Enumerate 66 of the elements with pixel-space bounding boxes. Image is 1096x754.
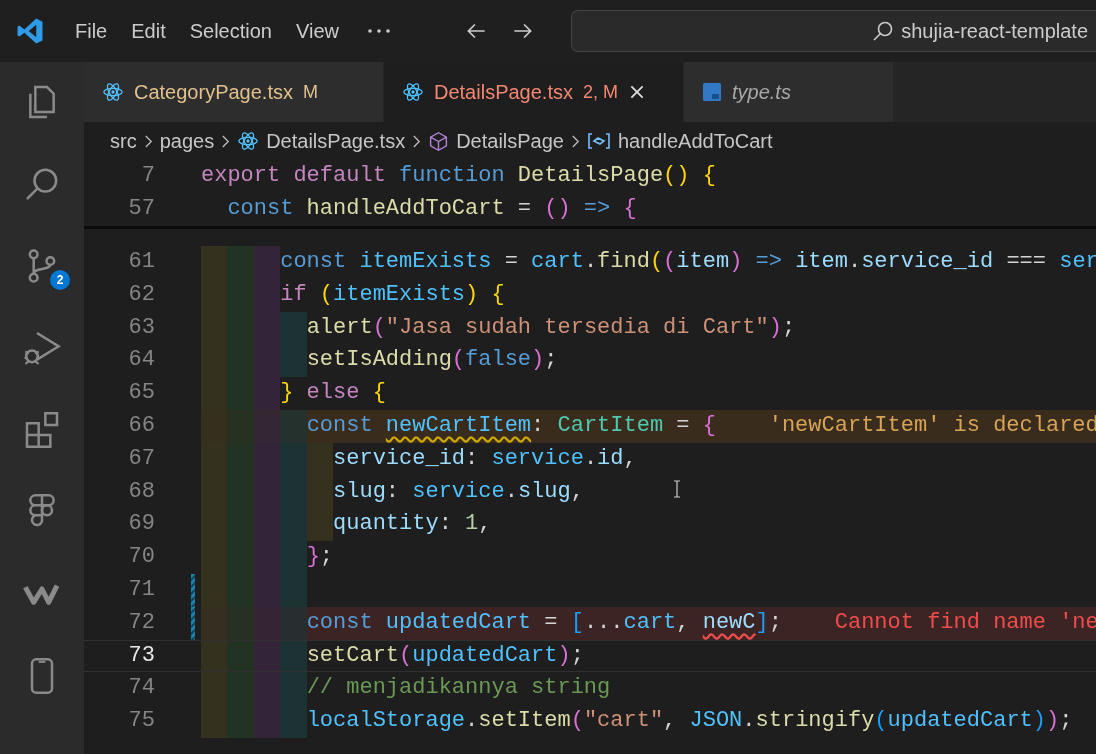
- line-number: 64: [127, 346, 155, 375]
- code-line[interactable]: export default function DetailsPage() {: [201, 160, 716, 193]
- code-line: quantity: 1,: [201, 508, 492, 542]
- code-line: const updatedCart = [...cart, newC];: [201, 606, 782, 640]
- line-number: 62: [127, 280, 155, 309]
- line-number: 75: [127, 707, 155, 736]
- menu-item[interactable]: View: [296, 19, 339, 43]
- line-number: 74: [127, 674, 155, 703]
- code-line: if (itemExists) {: [201, 278, 505, 312]
- code-line: };: [201, 541, 334, 574]
- breadcrumb-item[interactable]: src: [110, 129, 137, 153]
- ts-file-icon: [702, 82, 722, 102]
- code-line: setIsAdding(false);: [201, 344, 558, 378]
- react-icon: [102, 81, 124, 103]
- react-icon: [237, 130, 260, 152]
- chevron-icon: [412, 133, 422, 149]
- cube-icon: [428, 130, 450, 152]
- chevron-icon: [571, 133, 580, 149]
- editor-tab[interactable]: CategoryPage.tsx M: [84, 62, 384, 122]
- line-number: 57: [127, 194, 155, 223]
- breadcrumb-item[interactable]: DetailsPage: [456, 129, 564, 153]
- line-number: 65: [127, 379, 155, 408]
- breadcrumb-item[interactable]: pages: [159, 129, 215, 153]
- code-line: localStorage.setItem("cart", JSON.stringify(updatedCart));: [201, 705, 1073, 738]
- tab-label: DetailsPage.tsx: [434, 80, 573, 104]
- more-icon[interactable]: [367, 28, 391, 34]
- line-number: 68: [127, 477, 155, 506]
- status-letters: 2, M: [582, 81, 618, 103]
- search-field[interactable]: shujia-react-template: [571, 10, 1096, 52]
- code-line: } else {: [201, 377, 386, 410]
- app-logo-icon: [15, 16, 45, 46]
- chevron-icon: [143, 133, 153, 149]
- code-line: const itemExists = cart.find((item) => item.service_id === ser: [201, 246, 1096, 279]
- tab-label: type.ts: [732, 80, 791, 104]
- menu-item[interactable]: File: [75, 19, 108, 43]
- inline-diagnostic: 'newCartItem' is declared: [768, 412, 1096, 440]
- close-icon[interactable]: [628, 83, 646, 101]
- line-number: 69: [127, 510, 155, 539]
- code-line: slug: service.slug,: [201, 475, 584, 509]
- line-number: 70: [127, 543, 155, 572]
- code-line: const newCartItem: CartItem = {: [201, 410, 716, 443]
- line-number: 66: [127, 412, 155, 440]
- line-number: 63: [127, 313, 155, 342]
- status-letters: M: [303, 81, 318, 103]
- menu-item[interactable]: Selection: [189, 19, 272, 43]
- code-line: // menjadikannya string: [201, 672, 611, 706]
- tab-label: CategoryPage.tsx: [134, 80, 293, 104]
- line-number: 67: [127, 444, 155, 473]
- variable-icon: [587, 131, 611, 151]
- line-number: 72: [127, 608, 155, 637]
- breadcrumb-item[interactable]: handleAddToCart: [618, 129, 773, 153]
- breadcrumb-item[interactable]: DetailsPage.tsx: [266, 129, 406, 153]
- code-line: alert("Jasa sudah tersedia di Cart");: [201, 311, 796, 345]
- count-badge: 2: [50, 270, 70, 290]
- line-number: 7: [140, 162, 155, 190]
- code-line[interactable]: const handleAddToCart = () => {: [201, 192, 637, 226]
- react-icon: [402, 81, 424, 103]
- chevron-icon: [221, 133, 231, 149]
- line-number: 71: [127, 575, 155, 604]
- editor-tab[interactable]: DetailsPage.tsx 2, M: [384, 62, 684, 122]
- menu-item[interactable]: Edit: [131, 19, 166, 43]
- code-line: service_id: service.id,: [201, 442, 637, 476]
- editor-tab[interactable]: type.ts: [684, 62, 894, 122]
- text-cursor-icon: [673, 480, 681, 498]
- line-number: 73: [127, 641, 155, 670]
- line-number: 61: [127, 248, 155, 276]
